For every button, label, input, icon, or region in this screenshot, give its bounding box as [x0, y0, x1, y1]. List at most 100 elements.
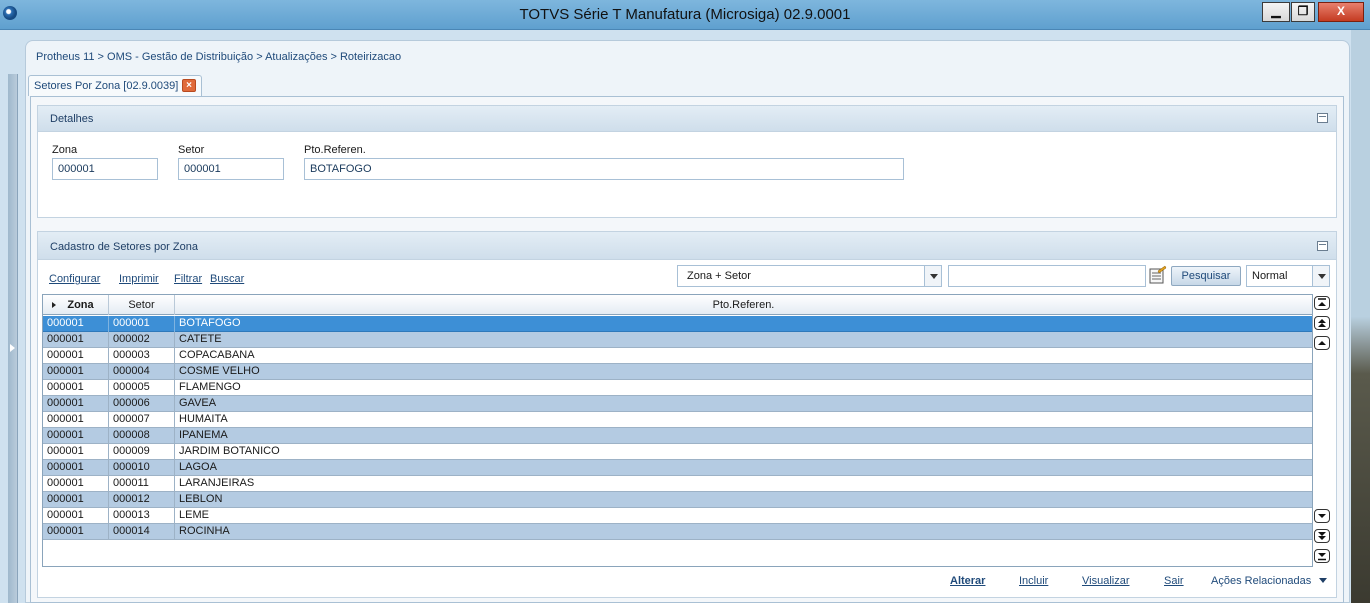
table-row[interactable]: 000001 000011 LARANJEIRAS: [43, 476, 1312, 492]
previous-record-icon[interactable]: [1314, 336, 1330, 350]
visualizar-button[interactable]: Visualizar: [1082, 575, 1130, 587]
cell-pto: LARANJEIRAS: [179, 477, 255, 489]
pesquisar-button[interactable]: Pesquisar: [1171, 266, 1241, 286]
pto-referen-field[interactable]: BOTAFOGO: [304, 158, 904, 180]
cell-setor: 000008: [109, 428, 175, 444]
setor-field[interactable]: 000001: [178, 158, 284, 180]
table-row[interactable]: 000001 000005 FLAMENGO: [43, 380, 1312, 396]
cell-pto: LAGOA: [179, 461, 217, 473]
cell-pto: JARDIM BOTANICO: [179, 445, 280, 457]
acoes-relacionadas-button[interactable]: Ações Relacionadas: [1211, 575, 1311, 587]
cell-zona: 000001: [43, 316, 109, 332]
table-row[interactable]: 000001 000008 IPANEMA: [43, 428, 1312, 444]
cell-pto: COPACABANA: [179, 349, 255, 361]
cell-pto: FLAMENGO: [179, 381, 241, 393]
view-mode-select[interactable]: Normal: [1246, 265, 1330, 287]
cell-setor: 000006: [109, 396, 175, 412]
window-title-bar: TOTVS Série T Manufatura (Microsiga) 02.…: [0, 0, 1370, 30]
column-header-pto-referen[interactable]: Pto.Referen.: [175, 295, 1312, 315]
column-header-zona[interactable]: Zona: [43, 295, 109, 315]
close-window-button[interactable]: X: [1318, 2, 1364, 22]
cell-pto: BOTAFOGO: [179, 317, 241, 329]
zona-field[interactable]: 000001: [52, 158, 158, 180]
cell-pto: CATETE: [179, 333, 222, 345]
alterar-button[interactable]: Alterar: [950, 575, 985, 587]
cell-zona: 000001: [43, 412, 109, 428]
window-title: TOTVS Série T Manufatura (Microsiga) 02.…: [519, 6, 851, 23]
tab-close-icon[interactable]: ×: [182, 79, 196, 92]
chevron-down-icon: [924, 266, 941, 286]
collapse-details-icon[interactable]: [1317, 113, 1328, 123]
cell-zona: 000001: [43, 348, 109, 364]
cell-pto: LEME: [179, 509, 209, 521]
next-record-icon[interactable]: [1314, 509, 1330, 523]
table-row[interactable]: 000001 000004 COSME VELHO: [43, 364, 1312, 380]
table-row[interactable]: 000001 000007 HUMAITA: [43, 412, 1312, 428]
table-row[interactable]: 000001 000013 LEME: [43, 508, 1312, 524]
cell-zona: 000001: [43, 380, 109, 396]
cell-pto: HUMAITA: [179, 413, 228, 425]
page-up-icon[interactable]: [1314, 316, 1330, 330]
cell-setor: 000002: [109, 332, 175, 348]
first-record-icon[interactable]: [1314, 296, 1330, 310]
collapse-registry-icon[interactable]: [1317, 241, 1328, 251]
setor-label: Setor: [178, 144, 205, 156]
cell-pto: GAVEA: [179, 397, 217, 409]
sair-button[interactable]: Sair: [1164, 575, 1184, 587]
cell-setor: 000004: [109, 364, 175, 380]
details-title: Detalhes: [50, 113, 94, 125]
configurar-link[interactable]: Configurar: [49, 273, 100, 285]
search-input[interactable]: [948, 265, 1146, 287]
search-index-select[interactable]: Zona + Setor: [677, 265, 942, 287]
column-header-setor[interactable]: Setor: [109, 295, 175, 315]
minimize-button[interactable]: ▁: [1262, 2, 1290, 22]
table-row[interactable]: 000001 000014 ROCINHA: [43, 524, 1312, 540]
restore-button[interactable]: ❐: [1291, 2, 1315, 22]
table-row[interactable]: 000001 000001 BOTAFOGO: [43, 316, 1312, 332]
table-row[interactable]: 000001 000006 GAVEA: [43, 396, 1312, 412]
pto-referen-label: Pto.Referen.: [304, 144, 366, 156]
table-row[interactable]: 000001 000012 LEBLON: [43, 492, 1312, 508]
cell-setor: 000007: [109, 412, 175, 428]
cell-zona: 000001: [43, 332, 109, 348]
zona-label: Zona: [52, 144, 78, 156]
grid-header: Zona Setor Pto.Referen.: [43, 295, 1312, 315]
cell-setor: 000014: [109, 524, 175, 540]
table-row[interactable]: 000001 000002 CATETE: [43, 332, 1312, 348]
cell-pto: LEBLON: [179, 493, 223, 505]
buscar-link[interactable]: Buscar: [210, 273, 244, 285]
cell-zona: 000001: [43, 364, 109, 380]
cell-setor: 000003: [109, 348, 175, 364]
imprimir-link[interactable]: Imprimir: [119, 273, 159, 285]
cell-zona: 000001: [43, 428, 109, 444]
registry-title: Cadastro de Setores por Zona: [50, 241, 198, 253]
cell-zona: 000001: [43, 396, 109, 412]
cell-zona: 000001: [43, 460, 109, 476]
table-row[interactable]: 000001 000009 JARDIM BOTANICO: [43, 444, 1312, 460]
registry-header: Cadastro de Setores por Zona: [38, 232, 1336, 260]
search-index-value: Zona + Setor: [687, 270, 751, 282]
incluir-button[interactable]: Incluir: [1019, 575, 1048, 587]
notepad-icon[interactable]: [1149, 265, 1167, 285]
cell-zona: 000001: [43, 492, 109, 508]
page-down-icon[interactable]: [1314, 529, 1330, 543]
table-row[interactable]: 000001 000003 COPACABANA: [43, 348, 1312, 364]
sort-indicator-icon: [52, 302, 56, 308]
cell-pto: ROCINHA: [179, 525, 230, 537]
tab-setores-por-zona[interactable]: Setores Por Zona [02.9.0039] ×: [28, 75, 202, 96]
filtrar-link[interactable]: Filtrar: [174, 273, 202, 285]
cell-setor: 000012: [109, 492, 175, 508]
cell-setor: 000013: [109, 508, 175, 524]
sectors-grid[interactable]: Zona Setor Pto.Referen. 000001 000001 BOTA…: [42, 294, 1313, 567]
tab-label: Setores Por Zona [02.9.0039]: [34, 80, 179, 92]
expand-arrow-icon: [10, 344, 15, 352]
breadcrumb: Protheus 11 > OMS - Gestão de Distribuiç…: [36, 51, 402, 63]
side-panel-toggle[interactable]: [8, 74, 18, 603]
last-record-icon[interactable]: [1314, 549, 1330, 563]
cell-setor: 000011: [109, 476, 175, 492]
table-row[interactable]: 000001 000010 LAGOA: [43, 460, 1312, 476]
caret-down-icon[interactable]: [1319, 578, 1327, 583]
cell-setor: 000001: [109, 316, 175, 332]
cell-setor: 000009: [109, 444, 175, 460]
cell-zona: 000001: [43, 524, 109, 540]
